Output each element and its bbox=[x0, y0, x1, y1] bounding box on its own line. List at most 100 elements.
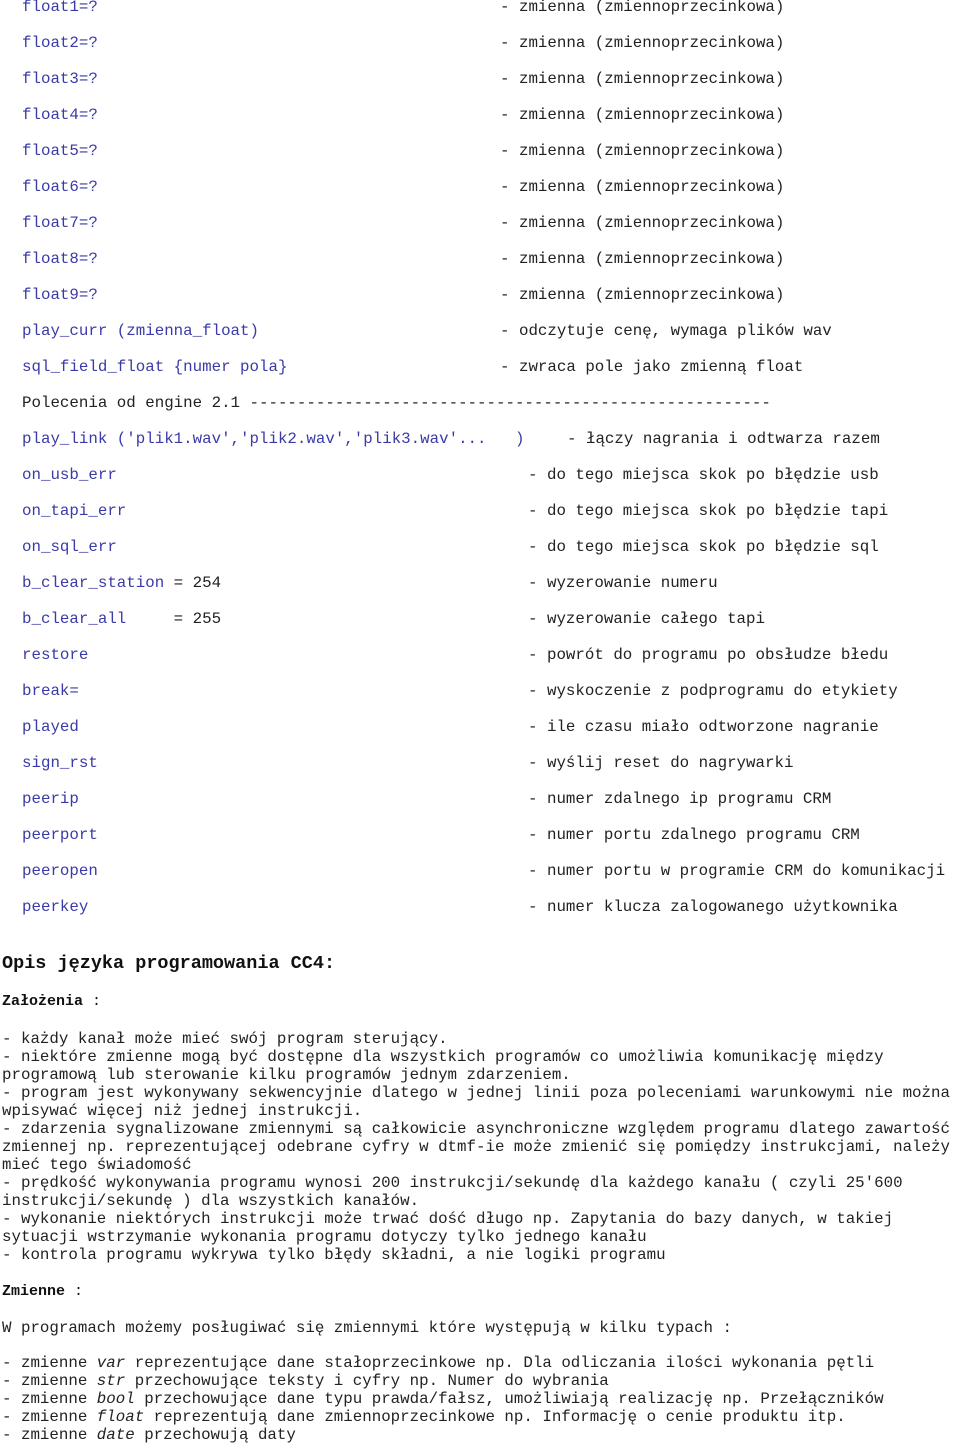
reference-row-description: - zmienna (zmiennoprzecinkowa) bbox=[500, 0, 785, 16]
reference-row-name: played bbox=[22, 718, 79, 736]
reference-row-description: - wyskoczenie z podprogramu do etykiety bbox=[528, 682, 898, 700]
assumption-line: - wykonanie niektórych instrukcji może t… bbox=[2, 1210, 894, 1228]
keyword: float5=? bbox=[22, 142, 98, 160]
reference-row-description: - zmienna (zmiennoprzecinkowa) bbox=[500, 142, 785, 160]
prefix: - zmienne bbox=[2, 1372, 97, 1390]
reference-row-name: peerport bbox=[22, 826, 98, 844]
reference-row-name: float3=? bbox=[22, 70, 98, 88]
description: reprezentujące dane stałoprzecinkowe np.… bbox=[125, 1354, 875, 1372]
reference-row-name: break= bbox=[22, 682, 79, 700]
reference-row-description: - odczytuje cenę, wymaga plików wav bbox=[500, 322, 832, 340]
reference-row-name: play_curr (zmienna_float) bbox=[22, 322, 259, 340]
reference-row-name: float2=? bbox=[22, 34, 98, 52]
reference-row-name: peeropen bbox=[22, 862, 98, 880]
type-name: float bbox=[96, 1408, 145, 1426]
reference-row-description: - zmienna (zmiennoprzecinkowa) bbox=[500, 106, 785, 124]
keyword: on_tapi_err bbox=[22, 502, 127, 520]
reference-row-description: - łączy nagrania i odtwarza razem bbox=[567, 430, 880, 448]
description: przechowują daty bbox=[134, 1426, 296, 1444]
reference-row-description: - wyzerowanie numeru bbox=[528, 574, 718, 592]
reference-row-name: float4=? bbox=[22, 106, 98, 124]
reference-row-description: - zmienna (zmiennoprzecinkowa) bbox=[500, 34, 785, 52]
keyword: sql_field_float {numer pola} bbox=[22, 358, 288, 376]
reference-row-name: float1=? bbox=[22, 0, 98, 16]
assumptions-heading-text: Założenia bbox=[2, 993, 84, 1010]
assumption-line: sytuacji wstrzymanie wykonania programu … bbox=[2, 1228, 647, 1246]
variable-type-item: - zmienne date przechowują daty bbox=[2, 1426, 960, 1444]
reference-row-description: - powrót do programu po obsłudze błedu bbox=[528, 646, 889, 664]
keyword: float4=? bbox=[22, 106, 98, 124]
prefix: - zmienne bbox=[2, 1390, 97, 1408]
keyword: on_usb_err bbox=[22, 466, 117, 484]
reference-row-description: - numer zdalnego ip programu CRM bbox=[528, 790, 832, 808]
assumption-line: instrukcji/sekundę ) dla wszystkich kana… bbox=[2, 1192, 420, 1210]
reference-row-name: b_clear_station = 254 bbox=[22, 574, 221, 592]
keyword: peeropen bbox=[22, 862, 98, 880]
description: przechowujące teksty i cyfry np. Numer d… bbox=[125, 1372, 609, 1390]
keyword: played bbox=[22, 718, 79, 736]
keyword: restore bbox=[22, 646, 89, 664]
reference-row-description: - zwraca pole jako zmienną float bbox=[500, 358, 804, 376]
keyword: break= bbox=[22, 682, 79, 700]
reference-row-name: float7=? bbox=[22, 214, 98, 232]
heading-suffix: : bbox=[65, 1283, 84, 1300]
assumption-line: - kontrola programu wykrywa tylko błędy … bbox=[2, 1246, 666, 1264]
description: reprezentują dane zmiennoprzecinkowe np.… bbox=[144, 1408, 846, 1426]
prefix: - zmienne bbox=[2, 1408, 97, 1426]
reference-row-description: - zmienna (zmiennoprzecinkowa) bbox=[500, 178, 785, 196]
reference-row-name: sign_rst bbox=[22, 754, 98, 772]
keyword: sign_rst bbox=[22, 754, 98, 772]
reference-row-name: float8=? bbox=[22, 250, 98, 268]
reference-row-description: - zmienna (zmiennoprzecinkowa) bbox=[500, 250, 785, 268]
assumption-line: zmiennej np. reprezentującej odebrane cy… bbox=[2, 1138, 950, 1156]
variable-type-item: - zmienne var reprezentujące dane stałop… bbox=[2, 1354, 960, 1372]
variable-type-item: - zmienne str przechowujące teksty i cyf… bbox=[2, 1372, 960, 1390]
reference-row-name: on_sql_err bbox=[22, 538, 117, 556]
keyword: float7=? bbox=[22, 214, 98, 232]
type-name: str bbox=[96, 1372, 126, 1390]
reference-row-name: peerip bbox=[22, 790, 79, 808]
keyword: on_sql_err bbox=[22, 538, 117, 556]
reference-row-description: - do tego miejsca skok po błędzie usb bbox=[528, 466, 879, 484]
assumption-line: mieć tego świadomość bbox=[2, 1156, 192, 1174]
reference-row-description: - zmienna (zmiennoprzecinkowa) bbox=[500, 70, 785, 88]
keyword: play_link ('plik1.wav','plik2.wav','plik… bbox=[22, 430, 525, 448]
variable-type-item: - zmienne float reprezentują dane zmienn… bbox=[2, 1408, 960, 1426]
reference-row-description: - do tego miejsca skok po błędzie sql bbox=[528, 538, 879, 556]
keyword: float9=? bbox=[22, 286, 98, 304]
reference-row-name: sql_field_float {numer pola} bbox=[22, 358, 287, 376]
assumptions-list: - każdy kanał może mieć swój program ste… bbox=[2, 1030, 960, 1264]
reference-row-description: - do tego miejsca skok po błędzie tapi bbox=[528, 502, 889, 520]
variables-heading: Zmienne : bbox=[2, 1283, 83, 1301]
reference-row-description: - numer portu zdalnego programu CRM bbox=[528, 826, 860, 844]
reference-row-description: - ile czasu miało odtworzone nagranie bbox=[528, 718, 879, 736]
keyword: peerport bbox=[22, 826, 98, 844]
prefix: - zmienne bbox=[2, 1354, 97, 1372]
variables-heading-text: Zmienne bbox=[2, 1283, 66, 1300]
keyword: play_curr (zmienna_float) bbox=[22, 322, 259, 340]
reference-row-name: restore bbox=[22, 646, 88, 664]
keyword: b_clear_station bbox=[22, 574, 165, 592]
assumption-line: - zdarzenia sygnalizowane zmiennymi są c… bbox=[2, 1120, 950, 1138]
keyword: peerip bbox=[22, 790, 79, 808]
reference-row-name: on_tapi_err bbox=[22, 502, 126, 520]
reference-row-name: float9=? bbox=[22, 286, 98, 304]
description: przechowujące dane typu prawda/fałsz, um… bbox=[134, 1390, 884, 1408]
keyword-value: = 254 bbox=[164, 574, 222, 592]
reference-row-name: float6=? bbox=[22, 178, 98, 196]
keyword: float8=? bbox=[22, 250, 98, 268]
assumption-line: - program jest wykonywany sekwencyjnie d… bbox=[2, 1084, 950, 1102]
assumptions-heading: Założenia : bbox=[2, 993, 101, 1011]
keyword: float2=? bbox=[22, 34, 98, 52]
section-header: Polecenia od engine 2.1 ----------------… bbox=[22, 394, 771, 412]
assumption-line: programową lub sterowanie kilku programó… bbox=[2, 1066, 571, 1084]
keyword: peerkey bbox=[22, 898, 89, 916]
reference-row-description: - wyzerowanie całego tapi bbox=[528, 610, 765, 628]
type-name: date bbox=[96, 1426, 135, 1444]
reference-row-description: - zmienna (zmiennoprzecinkowa) bbox=[500, 214, 785, 232]
variables-intro: W programach możemy posługiwać się zmien… bbox=[2, 1319, 732, 1337]
reference-row-description: - zmienna (zmiennoprzecinkowa) bbox=[500, 286, 785, 304]
page-title: Opis języka programowania CC4: bbox=[2, 953, 336, 974]
heading-suffix: : bbox=[83, 993, 102, 1010]
reference-row-name: float5=? bbox=[22, 142, 98, 160]
